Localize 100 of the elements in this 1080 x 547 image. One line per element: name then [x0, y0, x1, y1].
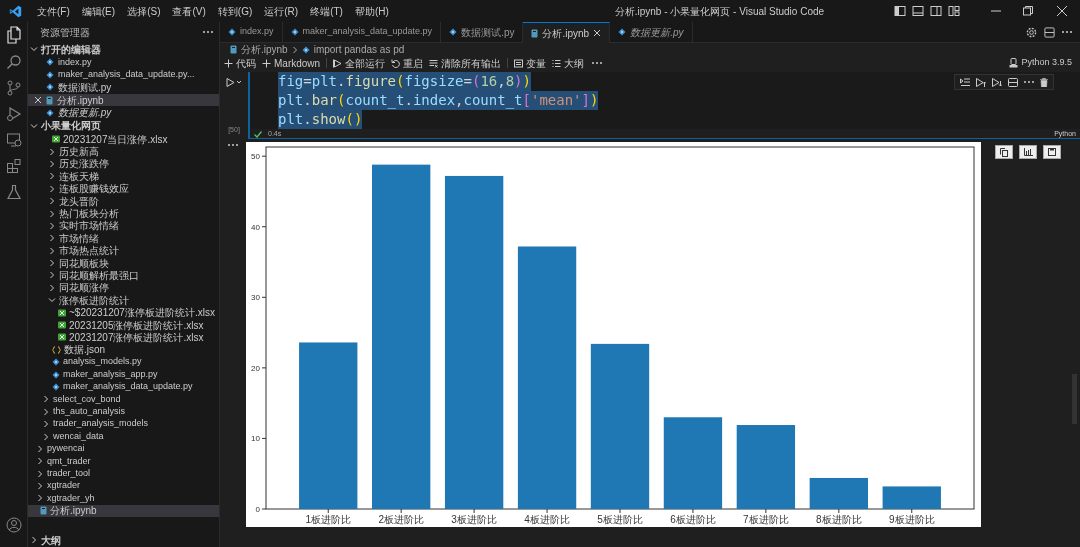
- folder-item[interactable]: 历史涨跌停: [28, 157, 219, 171]
- toolbar-button[interactable]: Markdown: [262, 55, 321, 71]
- folder-item[interactable]: 热门板块分析: [28, 207, 219, 220]
- chart-button[interactable]: [1019, 145, 1037, 159]
- x-tick-label: 9板进阶比: [889, 514, 935, 525]
- file-item[interactable]: maker_analysis_data_update.py: [28, 380, 219, 394]
- file-item[interactable]: 20231207涨停板进阶统计.xlsx: [28, 331, 219, 344]
- copy-button[interactable]: [995, 145, 1013, 159]
- toolbar-button[interactable]: 代码: [224, 55, 256, 71]
- toolbar-button[interactable]: 清除所有输出: [429, 55, 502, 71]
- python-file-icon: [46, 108, 54, 117]
- folder-item[interactable]: 连板天梯: [28, 170, 219, 183]
- folder-item[interactable]: 同花顺解析最强口: [28, 269, 219, 282]
- notebook-file-icon: [40, 506, 47, 516]
- folder-item[interactable]: trader_analysis_models: [28, 417, 219, 431]
- menu-item[interactable]: 终端(T): [304, 3, 349, 19]
- breadcrumb-item[interactable]: 分析.ipynb: [241, 42, 288, 57]
- menu-item[interactable]: 编辑(E): [75, 3, 122, 19]
- section-header[interactable]: 打开的编辑器: [28, 42, 219, 56]
- menu-item[interactable]: 选择(S): [121, 3, 167, 19]
- file-item[interactable]: 分析.ipynb: [28, 504, 219, 518]
- toolbar-button[interactable]: 变量: [514, 55, 547, 71]
- menu-item[interactable]: 帮助(H): [348, 3, 395, 19]
- file-item[interactable]: 20231205涨停板进阶统计.xlsx: [28, 318, 219, 332]
- folder-item[interactable]: qmt_trader: [28, 455, 219, 468]
- python-file-icon: [52, 382, 60, 391]
- folder-item[interactable]: 龙头晋阶: [28, 194, 219, 208]
- app-logo-icon: [9, 4, 22, 18]
- toggle-secondary-sidebar-icon[interactable]: [930, 5, 942, 17]
- folder-item[interactable]: xgtrader_yh: [28, 492, 219, 505]
- section-header[interactable]: 大纲: [28, 533, 219, 547]
- folder-item[interactable]: xgtrader: [28, 479, 219, 493]
- folder-item[interactable]: 历史新高: [28, 145, 219, 158]
- editor-tab[interactable]: 分析.ipynb: [523, 22, 611, 43]
- menu-item[interactable]: 转到(G): [211, 3, 259, 19]
- run-by-line-icon[interactable]: [960, 77, 970, 87]
- folder-item[interactable]: 市场情绪: [28, 232, 219, 245]
- editor-tab[interactable]: 数据更新.py: [610, 22, 693, 43]
- search-icon[interactable]: [5, 54, 22, 70]
- folder-item[interactable]: pywencai: [28, 442, 219, 456]
- chevron-right-icon: [291, 45, 298, 54]
- folder-item[interactable]: 市场热点统计: [28, 244, 219, 257]
- source-control-icon[interactable]: [5, 80, 22, 96]
- python-file-icon: [449, 28, 458, 36]
- file-item[interactable]: analysis_models.py: [28, 356, 219, 369]
- run-debug-icon[interactable]: [5, 106, 22, 122]
- run-cell-icon[interactable]: [226, 78, 242, 87]
- account-icon[interactable]: [5, 517, 22, 533]
- split-cell-icon[interactable]: [1008, 77, 1018, 87]
- open-editor-item[interactable]: 数据更新.py: [28, 106, 219, 119]
- split-editor-icon[interactable]: [1044, 26, 1055, 38]
- folder-item[interactable]: wencai_data: [28, 430, 219, 443]
- folder-item[interactable]: select_cov_bond: [28, 393, 219, 406]
- save-button[interactable]: [1043, 145, 1061, 159]
- folder-item[interactable]: 同花顺板块: [28, 256, 219, 270]
- editor-tab[interactable]: 数据测试.py: [441, 22, 524, 43]
- chevron-down-icon: [48, 296, 56, 305]
- folder-item[interactable]: 涨停板进阶统计: [28, 294, 219, 307]
- file-item[interactable]: maker_analysis_app.py: [28, 368, 219, 381]
- editor-tab[interactable]: maker_analysis_data_update.py: [282, 22, 442, 43]
- extensions-icon[interactable]: [5, 158, 22, 174]
- menu-item[interactable]: 文件(F): [31, 3, 76, 19]
- customize-layout-icon[interactable]: [948, 5, 960, 17]
- file-item[interactable]: ~$20231207涨停板进阶统计.xlsx: [28, 306, 219, 319]
- folder-item[interactable]: trader_tool: [28, 467, 219, 480]
- explorer-icon[interactable]: [5, 26, 22, 44]
- breadcrumb-item[interactable]: import pandas as pd: [313, 42, 405, 57]
- open-editor-item[interactable]: index.py: [28, 56, 219, 69]
- editor-tab[interactable]: index.py: [220, 22, 283, 43]
- menu-item[interactable]: 运行(R): [258, 3, 305, 19]
- run-above-icon[interactable]: [976, 77, 986, 87]
- remote-explorer-icon[interactable]: [5, 132, 22, 148]
- open-editor-item[interactable]: maker_analysis_data_update.py...: [28, 68, 219, 82]
- file-item[interactable]: 20231207当日涨停.xlsx: [28, 132, 219, 146]
- y-tick-label: 20: [251, 363, 260, 373]
- x-tick-label: 8板进阶比: [816, 514, 862, 525]
- braces-icon: [52, 345, 61, 354]
- folder-item[interactable]: 同花顺涨停: [28, 281, 219, 295]
- settings-icon[interactable]: [1026, 26, 1037, 38]
- menu-item[interactable]: 查看(V): [166, 3, 212, 19]
- section-header[interactable]: 小果量化网页: [28, 118, 219, 133]
- window-title: 分析.ipynb - 小果量化网页 - Visual Studio Code: [614, 4, 825, 19]
- open-editor-item[interactable]: 数据测试.py: [28, 81, 219, 94]
- flask-icon[interactable]: [5, 184, 22, 200]
- toolbar-button[interactable]: 全部运行: [333, 55, 386, 71]
- folder-item[interactable]: 实时市场情绪: [28, 219, 219, 233]
- run-below-icon[interactable]: [992, 77, 1002, 87]
- file-item[interactable]: 数据.json: [28, 343, 219, 356]
- folder-item[interactable]: 连板股赚钱效应: [28, 182, 219, 195]
- open-editor-item[interactable]: 分析.ipynb: [28, 93, 219, 107]
- python-file-icon: [290, 28, 299, 36]
- toolbar-button[interactable]: 大纲: [552, 55, 585, 71]
- spreadsheet-file-icon: [58, 321, 66, 329]
- copy-icon: [1000, 147, 1008, 157]
- kernel-picker[interactable]: Python 3.9.5: [1021, 56, 1072, 70]
- folder-item[interactable]: ths_auto_analysis: [28, 405, 219, 418]
- toggle-panel-icon[interactable]: [912, 5, 924, 17]
- delete-icon[interactable]: [1040, 77, 1048, 87]
- toggle-sidebar-icon[interactable]: [894, 5, 906, 17]
- toolbar-button[interactable]: 重启: [391, 55, 424, 71]
